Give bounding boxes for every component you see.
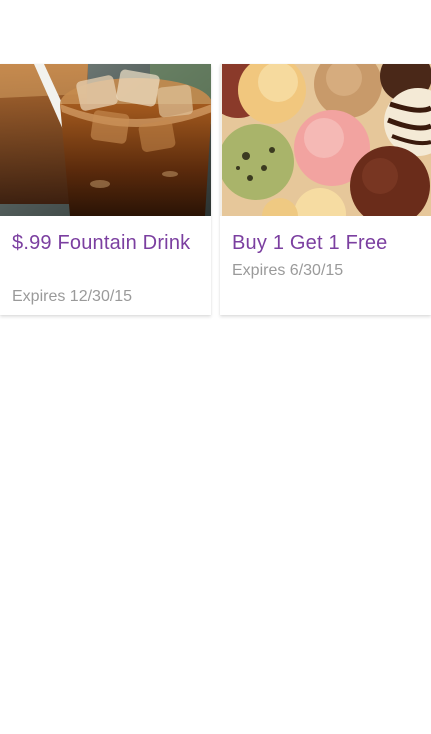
- coupon-card-fountain-drink[interactable]: $.99 Fountain Drink Expires 12/30/15: [0, 64, 211, 315]
- coupon-expiry: Expires 12/30/15: [12, 288, 133, 305]
- coupon-title: Buy 1 Get 1 Free: [232, 232, 388, 254]
- coupon-grid: $.99 Fountain Drink Expires 12/30/15 Buy…: [0, 64, 431, 316]
- ice-cream-scoops-image: [220, 64, 431, 216]
- coupon-title: $.99 Fountain Drink: [12, 232, 191, 254]
- coupon-expiry: Expires 6/30/15: [232, 262, 344, 279]
- soda-cup-image: [0, 64, 211, 216]
- coupon-card-buy-one-get-one[interactable]: Buy 1 Get 1 Free Expires 6/30/15: [220, 64, 431, 315]
